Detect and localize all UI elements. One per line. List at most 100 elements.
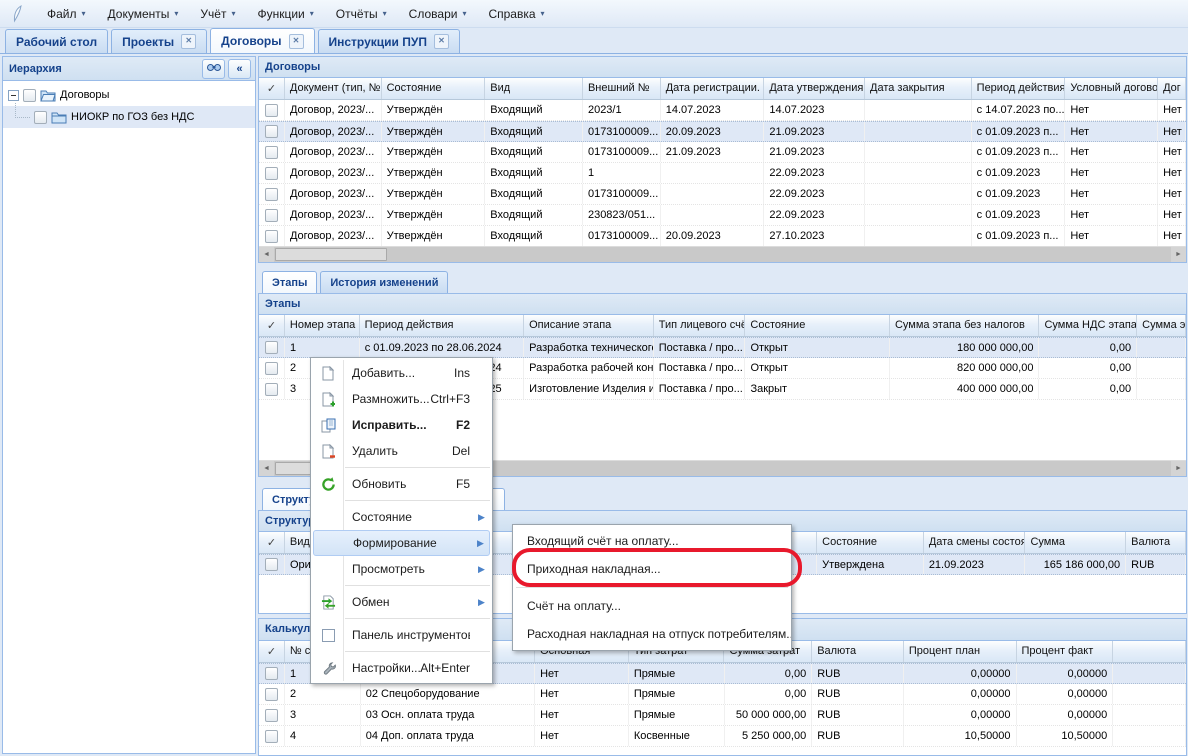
close-tab-icon[interactable]: ✕ bbox=[181, 34, 196, 49]
scroll-right-icon[interactable]: ► bbox=[1171, 461, 1186, 476]
tree-node[interactable]: НИОКР по ГОЗ без НДС bbox=[3, 106, 255, 128]
main-tab[interactable]: Инструкции ПУП✕ bbox=[318, 29, 460, 53]
column-header[interactable]: Период действия bbox=[360, 315, 524, 336]
table-row[interactable]: Договор, 2023/...УтверждёнВходящий122.09… bbox=[259, 163, 1186, 184]
main-tab[interactable]: Рабочий стол bbox=[5, 29, 108, 53]
table-row[interactable]: 1с 01.09.2023 по 28.06.2024Разработка те… bbox=[259, 337, 1186, 358]
column-header[interactable]: Процент факт bbox=[1017, 641, 1114, 662]
column-header[interactable]: Процент план bbox=[904, 641, 1017, 662]
row-checkbox[interactable] bbox=[265, 341, 278, 354]
table-row[interactable]: Договор, 2023/...УтверждёнВходящий017310… bbox=[259, 226, 1186, 247]
column-header[interactable]: Документ (тип, № bbox=[285, 78, 382, 99]
row-checkbox[interactable] bbox=[265, 146, 278, 159]
column-header[interactable]: Состояние bbox=[745, 315, 890, 336]
select-all-column-header[interactable]: ✓ bbox=[259, 641, 285, 662]
menubar-item[interactable]: Отчёты▾ bbox=[325, 3, 398, 25]
row-checkbox[interactable] bbox=[265, 167, 278, 180]
row-checkbox[interactable] bbox=[265, 230, 278, 243]
main-tab[interactable]: Договоры✕ bbox=[210, 28, 314, 53]
column-header[interactable]: Описание этапа bbox=[524, 315, 654, 336]
column-header[interactable] bbox=[1113, 641, 1186, 662]
row-checkbox[interactable] bbox=[265, 125, 278, 138]
row-checkbox[interactable] bbox=[265, 383, 278, 396]
row-checkbox[interactable] bbox=[265, 667, 278, 680]
menubar-item[interactable]: Функции▾ bbox=[246, 3, 324, 25]
tree-checkbox[interactable] bbox=[34, 111, 47, 124]
horizontal-scrollbar[interactable]: ◄ ► bbox=[259, 246, 1186, 262]
submenu-item[interactable]: Счёт на оплату... bbox=[513, 592, 791, 620]
close-tab-icon[interactable]: ✕ bbox=[434, 34, 449, 49]
menubar-item[interactable]: Файл▾ bbox=[36, 3, 97, 25]
find-button[interactable] bbox=[202, 59, 225, 79]
column-header[interactable]: Период действия.. bbox=[972, 78, 1066, 99]
table-row[interactable]: Договор, 2023/...УтверждёнВходящий230823… bbox=[259, 205, 1186, 226]
collapse-panel-button[interactable]: « bbox=[228, 59, 251, 79]
menubar-item[interactable]: Словари▾ bbox=[398, 3, 478, 25]
column-header[interactable]: Дата закрытия bbox=[865, 78, 972, 99]
context-menu-item[interactable]: Формирование▶ bbox=[313, 530, 490, 556]
context-menu-item[interactable]: Исправить...F2 bbox=[313, 412, 490, 438]
row-checkbox[interactable] bbox=[265, 688, 278, 701]
row-checkbox[interactable] bbox=[265, 188, 278, 201]
column-header[interactable]: Внешний № bbox=[583, 78, 661, 99]
row-checkbox[interactable] bbox=[265, 709, 278, 722]
close-tab-icon[interactable]: ✕ bbox=[289, 34, 304, 49]
table-row[interactable]: Договор, 2023/...УтверждёнВходящий017310… bbox=[259, 184, 1186, 205]
tree-node[interactable]: Договоры bbox=[3, 84, 255, 106]
column-header[interactable]: Дата регистрации. bbox=[661, 78, 765, 99]
scroll-left-icon[interactable]: ◄ bbox=[259, 247, 274, 262]
column-header[interactable]: Вид bbox=[485, 78, 583, 99]
column-header[interactable]: Валюта bbox=[812, 641, 904, 662]
menubar-item[interactable]: Документы▾ bbox=[97, 3, 190, 25]
tab-stages[interactable]: Этапы bbox=[262, 271, 317, 293]
column-header[interactable]: Дог bbox=[1158, 78, 1186, 99]
context-menu-item[interactable]: Размножить...Ctrl+F3 bbox=[313, 386, 490, 412]
context-menu-item[interactable]: Добавить...Ins bbox=[313, 360, 490, 386]
context-menu-item[interactable]: Обмен▶ bbox=[313, 589, 490, 615]
column-header[interactable]: Валюта bbox=[1126, 532, 1186, 553]
table-row[interactable]: Договор, 2023/...УтверждёнВходящий2023/1… bbox=[259, 100, 1186, 121]
context-menu-item[interactable]: Просмотреть▶ bbox=[313, 556, 490, 582]
context-menu-item[interactable]: ОбновитьF5 bbox=[313, 471, 490, 497]
context-menu-item[interactable]: Настройки...Alt+Enter bbox=[313, 655, 490, 681]
column-header[interactable]: Состояние bbox=[817, 532, 924, 553]
table-row[interactable]: 202 СпецоборудованиеНетПрямые0,00RUB0,00… bbox=[259, 684, 1186, 705]
column-header[interactable]: Сумма этапа без налогов bbox=[890, 315, 1040, 336]
submenu-item[interactable]: Приходная накладная... bbox=[513, 555, 791, 583]
column-header[interactable]: Номер этапа bbox=[285, 315, 360, 336]
tab-history[interactable]: История изменений bbox=[320, 271, 448, 293]
column-header[interactable]: Сумма э bbox=[1137, 315, 1186, 336]
select-all-column-header[interactable]: ✓ bbox=[259, 532, 285, 553]
menubar-item[interactable]: Справка▾ bbox=[477, 3, 555, 25]
select-all-column-header[interactable]: ✓ bbox=[259, 78, 285, 99]
main-tab[interactable]: Проекты✕ bbox=[111, 29, 207, 53]
row-checkbox[interactable] bbox=[265, 730, 278, 743]
select-all-column-header[interactable]: ✓ bbox=[259, 315, 285, 336]
scroll-thumb[interactable] bbox=[275, 248, 387, 261]
menubar-item[interactable]: Учёт▾ bbox=[189, 3, 246, 25]
column-header[interactable]: Условный договор bbox=[1065, 78, 1158, 99]
row-checkbox[interactable] bbox=[265, 104, 278, 117]
column-header[interactable]: Дата утверждения bbox=[764, 78, 865, 99]
expander-icon[interactable] bbox=[8, 90, 19, 101]
context-menu-item[interactable]: Панель инструментов bbox=[313, 622, 490, 648]
submenu-item[interactable]: Входящий счёт на оплату... bbox=[513, 527, 791, 555]
column-header[interactable]: Дата смены состоя bbox=[924, 532, 1026, 553]
column-header[interactable]: Сумма НДС этапа bbox=[1039, 315, 1137, 336]
table-row[interactable]: Договор, 2023/...УтверждёнВходящий017310… bbox=[259, 121, 1186, 142]
context-menu-item[interactable]: УдалитьDel bbox=[313, 438, 490, 464]
row-checkbox[interactable] bbox=[265, 209, 278, 222]
column-header[interactable]: Сумма bbox=[1025, 532, 1126, 553]
column-header[interactable]: Состояние bbox=[382, 78, 486, 99]
table-row[interactable]: Договор, 2023/...УтверждёнВходящий017310… bbox=[259, 142, 1186, 163]
context-menu-item[interactable]: Состояние▶ bbox=[313, 504, 490, 530]
scroll-right-icon[interactable]: ► bbox=[1171, 247, 1186, 262]
column-header[interactable]: Тип лицевого счёт bbox=[654, 315, 746, 336]
tree-checkbox[interactable] bbox=[23, 89, 36, 102]
submenu-item[interactable]: Расходная накладная на отпуск потребител… bbox=[513, 620, 791, 648]
row-checkbox[interactable] bbox=[265, 558, 278, 571]
row-checkbox[interactable] bbox=[265, 362, 278, 375]
table-row[interactable]: 303 Осн. оплата трудаНетПрямые50 000 000… bbox=[259, 705, 1186, 726]
table-row[interactable]: 404 Доп. оплата трудаНетКосвенные5 250 0… bbox=[259, 726, 1186, 747]
scroll-left-icon[interactable]: ◄ bbox=[259, 461, 274, 476]
